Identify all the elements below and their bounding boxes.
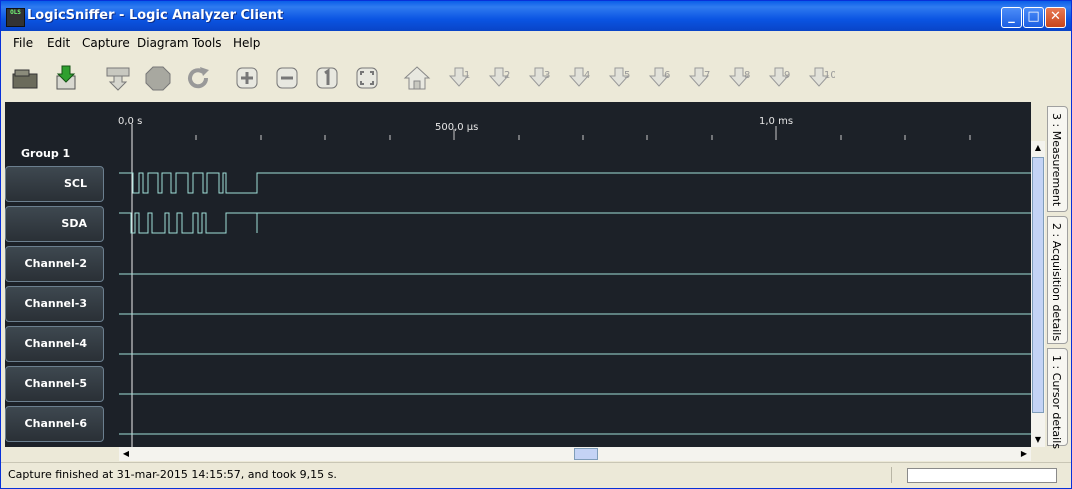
signal-diagram[interactable]: 0,0 s 500,0 µs 1,0 ms Group 1 SCL SDA Ch… (5, 102, 1031, 447)
close-button[interactable]: ✕ (1045, 7, 1066, 28)
menu-help[interactable]: Help (233, 36, 260, 50)
zoom-in-icon[interactable] (233, 64, 261, 92)
tab-acquisition-label: 2 : Acquisition details (1050, 223, 1063, 342)
side-tab-strip: 3 : Measurement 2 : Acquisition details … (1047, 102, 1071, 449)
repeat-icon[interactable] (184, 64, 212, 92)
vertical-scroll-thumb[interactable] (1032, 157, 1044, 413)
goto-marker-1-button[interactable]: 1 (447, 64, 475, 92)
goto-marker-3-button[interactable]: 3 (527, 64, 555, 92)
waveform-area[interactable] (5, 102, 1031, 447)
maximize-button[interactable]: □ (1023, 7, 1044, 28)
signal-trace-sda (119, 212, 1031, 234)
menu-bar: File Edit Capture Diagram Tools Help (1, 31, 1071, 54)
window-title: LogicSniffer - Logic Analyzer Client (27, 8, 284, 23)
signal-trace-scl (119, 172, 1031, 194)
goto-marker-8-button[interactable]: 8 (727, 64, 755, 92)
tab-acquisition-details[interactable]: 2 : Acquisition details (1047, 216, 1068, 344)
menu-diagram[interactable]: Diagram (137, 36, 189, 50)
toolbar: 1 2 3 4 5 6 7 8 9 10 (1, 55, 1071, 101)
zoom-fit-icon[interactable] (353, 64, 381, 92)
scroll-down-arrow-icon[interactable]: ▼ (1031, 433, 1045, 447)
progress-bar (907, 468, 1057, 483)
svg-text:2: 2 (504, 70, 510, 81)
svg-text:10: 10 (824, 70, 835, 81)
svg-text:4: 4 (584, 70, 590, 81)
tab-cursor-label: 1 : Cursor details (1050, 355, 1063, 449)
goto-marker-7-button[interactable]: 7 (687, 64, 715, 92)
svg-text:8: 8 (744, 70, 750, 81)
status-divider (891, 467, 892, 483)
svg-text:5: 5 (624, 70, 630, 81)
app-logo-icon: OLS (6, 8, 25, 27)
menu-file[interactable]: File (13, 36, 33, 50)
app-window: OLS LogicSniffer - Logic Analyzer Client… (0, 0, 1072, 489)
svg-text:7: 7 (704, 70, 710, 81)
goto-marker-4-button[interactable]: 4 (567, 64, 595, 92)
horizontal-scroll-thumb[interactable] (574, 448, 598, 460)
svg-text:1: 1 (464, 70, 470, 81)
goto-marker-6-button[interactable]: 6 (647, 64, 675, 92)
open-icon[interactable] (11, 64, 39, 92)
status-bar: Capture finished at 31-mar-2015 14:15:57… (1, 462, 1071, 488)
scroll-up-arrow-icon[interactable]: ▲ (1031, 141, 1045, 155)
goto-marker-10-button[interactable]: 10 (807, 64, 837, 92)
tab-measurement-label: 3 : Measurement (1050, 113, 1063, 207)
status-message: Capture finished at 31-mar-2015 14:15:57… (8, 468, 337, 481)
svg-text:9: 9 (784, 70, 790, 81)
save-icon[interactable] (52, 64, 80, 92)
vertical-scrollbar[interactable]: ▲ ▼ (1031, 141, 1045, 447)
ruler-ticks (131, 126, 971, 140)
horizontal-scrollbar[interactable]: ◀ ▶ (119, 447, 1031, 461)
menu-edit[interactable]: Edit (47, 36, 70, 50)
tab-cursor-details[interactable]: 1 : Cursor details (1047, 348, 1068, 449)
svg-text:6: 6 (664, 70, 670, 81)
tab-measurement[interactable]: 3 : Measurement (1047, 106, 1068, 212)
zoom-out-icon[interactable] (273, 64, 301, 92)
zoom-original-icon[interactable] (313, 64, 341, 92)
menu-tools[interactable]: Tools (192, 36, 222, 50)
goto-marker-9-button[interactable]: 9 (767, 64, 795, 92)
stop-icon[interactable] (144, 64, 172, 92)
scroll-left-arrow-icon[interactable]: ◀ (119, 447, 133, 461)
svg-text:3: 3 (544, 70, 550, 81)
home-icon[interactable] (403, 64, 431, 92)
minimize-button[interactable]: _ (1001, 7, 1022, 28)
goto-marker-2-button[interactable]: 2 (487, 64, 515, 92)
goto-marker-5-button[interactable]: 5 (607, 64, 635, 92)
capture-icon[interactable] (104, 64, 132, 92)
menu-capture[interactable]: Capture (82, 36, 130, 50)
title-bar[interactable]: OLS LogicSniffer - Logic Analyzer Client… (1, 1, 1071, 31)
scroll-right-arrow-icon[interactable]: ▶ (1017, 447, 1031, 461)
